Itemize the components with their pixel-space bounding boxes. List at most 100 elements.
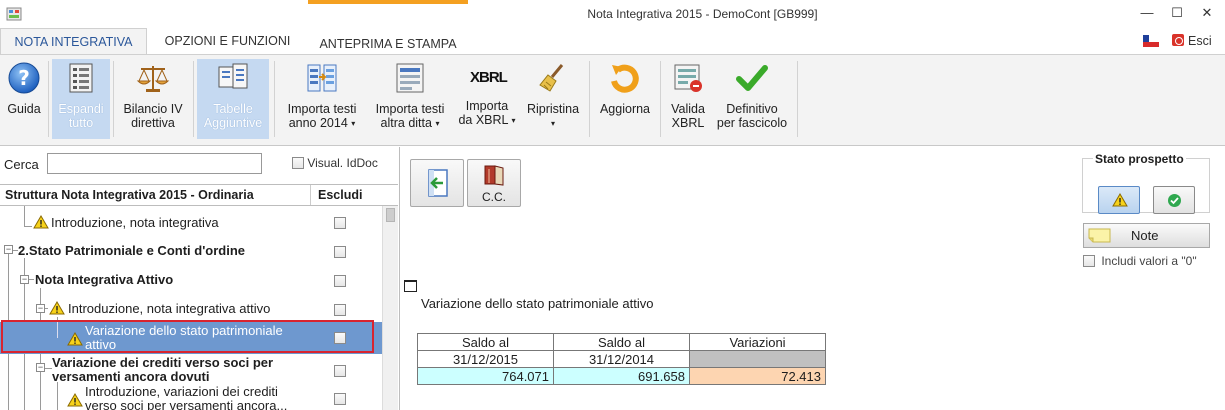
stato-ok-button[interactable] [1153,186,1195,214]
definitivo-per-fascicolo-button[interactable]: Definitivo per fascicolo [712,59,792,139]
close-button[interactable]: ✕ [1192,2,1222,24]
table-row: Saldo al Saldo al Variazioni [417,333,826,351]
tree-row-label: Introduzione, nota integrativa attivo [68,301,271,316]
escludi-checkbox[interactable] [334,275,346,287]
tree-row-label: Variazione dello stato patrimoniale attiv… [85,323,283,352]
validate-list-icon [674,64,702,92]
left-tree-panel: Cerca Visual. IdDoc Struttura Nota Integ… [0,147,400,410]
window-title: Nota Integrativa 2015 - DemoCont [GB999] [587,7,818,21]
collapse-toggle[interactable]: − [20,275,29,284]
sticky-note-icon [1088,228,1111,243]
variazione-table: Saldo al Saldo al Variazioni 31/12/2015 … [417,333,826,385]
cc-label: C.C. [482,190,506,204]
scales-icon [136,66,170,92]
tab-opzioni-e-funzioni[interactable]: OPZIONI E FUNZIONI [147,28,308,54]
maximize-button[interactable]: ☐ [1162,2,1192,24]
warning-icon [1112,193,1128,207]
importa-testi-anno-2014-button[interactable]: Importa testi anno 2014 ▾ [278,59,366,139]
header-saldo-2014: Saldo al [553,333,690,351]
ribbon-tabs: NOTA INTEGRATIVA OPZIONI E FUNZIONI ANTE… [0,0,1225,54]
tree-row-label: 2.Stato Patrimoniale e Conti d'ordine [18,243,246,258]
main-content-panel: C.C. Stato prospetto Note Includi valori… [401,147,1225,410]
escludi-checkbox[interactable] [334,304,346,316]
tree-row-introduzione-variazioni-crediti[interactable]: Introduzione, variazioni dei crediti vers… [0,382,382,410]
tree-row-stato-patrimoniale[interactable]: 2.Stato Patrimoniale e Conti d'ordine [0,237,382,265]
minimize-button[interactable]: — [1132,2,1162,24]
back-button[interactable] [410,159,464,207]
ripristina-button[interactable]: Ripristina ▾ [522,59,584,139]
date-2014: 31/12/2014 [553,350,690,368]
tables-icon [218,63,248,89]
import-company-icon [396,63,424,93]
stato-prospetto-group: Stato prospetto [1082,152,1210,214]
language-flag-icon[interactable] [1143,35,1159,47]
tree-list: Introduzione, nota integrativa 2.Stato P… [0,206,382,410]
guida-button[interactable]: ? Guida [2,59,46,139]
help-icon: ? [8,62,40,94]
checkbox-box[interactable] [292,157,304,169]
warning-icon [67,393,83,407]
table-row: 31/12/2015 31/12/2014 [417,350,826,368]
escludi-checkbox[interactable] [334,393,346,405]
xbrl-logo-icon: XBRL [470,69,508,86]
checkmark-icon [736,65,768,91]
search-input[interactable] [47,153,262,174]
bilancio-iv-direttiva-button[interactable]: Bilancio IV direttiva [117,59,189,139]
tree-row-label: Introduzione, nota integrativa [51,215,219,230]
section-marker-icon [404,280,417,292]
tree-row-introduzione-attivo[interactable]: Introduzione, nota integrativa attivo [0,295,382,323]
aggiorna-button[interactable]: Aggiorna [593,59,657,139]
collapse-toggle[interactable]: − [4,245,13,254]
collapse-toggle[interactable]: − [36,304,45,313]
scrollbar-thumb[interactable] [386,208,395,222]
refresh-icon [611,64,639,93]
tree-header: Struttura Nota Integrativa 2015 - Ordina… [0,184,398,206]
cc-button[interactable]: C.C. [467,159,521,207]
stato-warning-button[interactable] [1098,186,1140,214]
includi-valori-zero-checkbox[interactable]: Includi valori a "0" [1083,254,1197,268]
value-2015-input[interactable]: 764.071 [417,367,554,385]
importa-da-xbrl-button[interactable]: XBRL Importa da XBRL ▾ [454,59,520,139]
importa-testi-altra-ditta-button[interactable]: Importa testi altra ditta ▾ [366,59,454,139]
ok-check-icon [1168,194,1181,207]
espandi-tutto-button[interactable]: Espandi tutto [52,59,110,139]
tree-header-escludi: Escludi [318,188,363,202]
warning-icon [67,332,83,346]
tree-row-variazione-stato-patrimoniale-selected[interactable]: Variazione dello stato patrimoniale attiv… [0,322,382,354]
power-icon [1172,34,1184,46]
book-icon [484,165,504,186]
tree-row-variazione-crediti-soci[interactable]: Variazione dei crediti verso soci per ver… [0,354,382,384]
expand-list-icon [69,63,93,93]
ribbon-toolbar: ? Guida Espandi tutto Bilancio IV direttiv… [0,54,1225,146]
escludi-checkbox[interactable] [334,217,346,229]
collapse-toggle[interactable]: − [36,363,45,372]
escludi-checkbox[interactable] [334,332,346,344]
valida-xbrl-button[interactable]: Valida XBRL [664,59,712,139]
title-bar: Nota Integrativa 2015 - DemoCont [GB999]… [0,0,1225,28]
escludi-checkbox[interactable] [334,365,346,377]
tree-row-label: Nota Integrativa Attivo [35,272,174,287]
visual-iddoc-checkbox[interactable]: Visual. IdDoc [292,156,378,170]
tree-row-label: Variazione dei crediti verso soci per ver… [52,355,274,384]
section-title: Variazione dello stato patrimoniale atti… [421,296,654,311]
header-variazioni: Variazioni [689,333,826,351]
escludi-checkbox[interactable] [334,246,346,258]
esci-button[interactable]: Esci [1172,31,1212,51]
tab-nota-integrativa[interactable]: NOTA INTEGRATIVA [0,28,147,54]
header-saldo-2015: Saldo al [417,333,554,351]
tree-row-nota-integrativa-attivo[interactable]: Nota Integrativa Attivo [0,266,382,294]
broom-icon [539,64,564,92]
tree-row-introduzione[interactable]: Introduzione, nota integrativa [0,209,382,235]
checkbox-box[interactable] [1083,255,1095,267]
tree-scrollbar[interactable] [382,206,398,410]
table-row: 764.071 691.658 72.413 [417,367,826,385]
empty-grey-cell [689,350,826,368]
search-label: Cerca [4,157,39,172]
tree-header-title: Struttura Nota Integrativa 2015 - Ordina… [5,188,254,202]
tab-anteprima-e-stampa[interactable]: ANTEPRIMA E STAMPA [308,0,468,54]
note-button[interactable]: Note [1083,223,1210,248]
value-2014-input[interactable]: 691.658 [553,367,690,385]
warning-icon [49,301,65,315]
svg-text:?: ? [18,66,30,90]
tabelle-aggiuntive-button[interactable]: Tabelle Aggiuntive [197,59,269,139]
